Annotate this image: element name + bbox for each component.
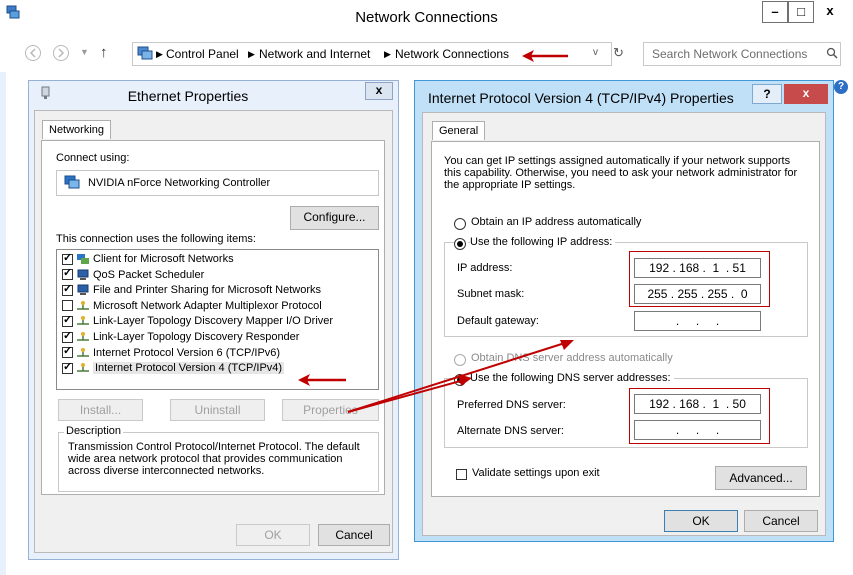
items-list-content: Client for Microsoft Networks QoS Packet … xyxy=(62,251,376,377)
ip-address-label: IP address: xyxy=(457,262,513,274)
item-checkbox[interactable] xyxy=(62,282,73,297)
item-label: Link-Layer Topology Discovery Mapper I/O… xyxy=(93,315,334,328)
ipv4-intro-text: You can get IP settings assigned automat… xyxy=(444,155,798,191)
validate-label: Validate settings upon exit xyxy=(472,467,600,479)
network-adapter-icon xyxy=(64,175,80,192)
ethernet-dialog-title: Ethernet Properties xyxy=(127,88,249,104)
list-item[interactable]: Link-Layer Topology Discovery Mapper I/O… xyxy=(62,313,376,330)
ipv4-close-button[interactable]: x xyxy=(784,84,828,104)
protocol-icon xyxy=(76,331,90,343)
item-label: QoS Packet Scheduler xyxy=(93,268,205,281)
preferred-dns-input[interactable]: 192 . 168 . 1 . 50 xyxy=(634,394,761,414)
default-gateway-input[interactable]: . . . xyxy=(634,311,761,331)
radio-icon[interactable] xyxy=(454,237,466,250)
minimize-button[interactable]: – xyxy=(762,1,788,23)
alternate-dns-input[interactable]: . . . xyxy=(634,420,761,440)
use-following-ip-radio[interactable] xyxy=(454,236,468,250)
item-checkbox[interactable] xyxy=(62,329,73,344)
annotation-arrow xyxy=(522,50,568,62)
breadcrumb-separator-icon: ▶ xyxy=(384,49,391,59)
ethernet-cancel-button[interactable]: Cancel xyxy=(318,524,390,546)
list-item[interactable]: Internet Protocol Version 6 (TCP/IPv6) xyxy=(62,344,376,362)
item-label: Microsoft Network Adapter Multiplexor Pr… xyxy=(93,299,322,312)
ip-address-input[interactable]: 192 . 168 . 1 . 51 xyxy=(634,258,761,278)
annotation-connector-arrow xyxy=(347,340,574,413)
tab-general[interactable]: General xyxy=(432,121,486,140)
breadcrumb-network-internet[interactable]: Network and Internet xyxy=(259,47,370,61)
computer-icon xyxy=(76,284,90,296)
item-checkbox[interactable] xyxy=(62,360,73,375)
recent-dropdown-icon[interactable]: ▼ xyxy=(80,47,89,57)
subnet-mask-label: Subnet mask: xyxy=(457,288,525,300)
forward-icon xyxy=(53,45,69,61)
item-checkbox[interactable] xyxy=(62,300,73,312)
protocol-icon xyxy=(76,362,90,374)
checkbox-icon[interactable] xyxy=(456,469,467,481)
description-label: Description xyxy=(64,425,124,437)
tab-networking[interactable]: Networking xyxy=(42,120,112,139)
uninstall-button[interactable]: Uninstall xyxy=(170,399,265,421)
radio-icon[interactable] xyxy=(454,217,466,230)
description-text: Transmission Control Protocol/Internet P… xyxy=(68,441,360,477)
item-label: File and Printer Sharing for Microsoft N… xyxy=(93,284,322,297)
item-label: Link-Layer Topology Discovery Responder xyxy=(93,330,300,343)
breadcrumb-separator-icon: ▶ xyxy=(156,49,163,59)
advanced-button[interactable]: Advanced... xyxy=(715,466,807,490)
ipv4-ok-button[interactable]: OK xyxy=(664,510,738,532)
items-label: This connection uses the following items… xyxy=(56,233,256,245)
obtain-ip-auto-radio[interactable] xyxy=(454,216,466,230)
breadcrumb-separator-icon: ▶ xyxy=(248,49,255,59)
adapter-name: NVIDIA nForce Networking Controller xyxy=(88,177,271,189)
computer-icon xyxy=(76,269,90,281)
protocol-icon xyxy=(76,300,90,312)
back-button[interactable] xyxy=(24,44,42,65)
ipv4-help-button[interactable]: ? xyxy=(752,84,782,104)
list-item[interactable]: File and Printer Sharing for Microsoft N… xyxy=(62,282,376,299)
obtain-ip-auto-label: Obtain an IP address automatically xyxy=(471,216,642,228)
forward-button[interactable] xyxy=(52,44,70,65)
item-label: Internet Protocol Version 4 (TCP/IPv4) xyxy=(93,362,285,375)
protocol-icon xyxy=(76,315,90,327)
protocol-icon xyxy=(76,347,90,359)
ipv4-dialog-title: Internet Protocol Version 4 (TCP/IPv4) P… xyxy=(428,90,734,106)
ethernet-close-button[interactable]: x xyxy=(365,82,393,100)
item-checkbox[interactable] xyxy=(62,344,73,359)
item-checkbox[interactable] xyxy=(62,313,73,328)
close-button[interactable]: x xyxy=(814,1,846,23)
left-edge-strip xyxy=(0,72,6,575)
list-item[interactable]: Microsoft Network Adapter Multiplexor Pr… xyxy=(62,299,376,315)
back-icon xyxy=(25,45,41,61)
network-client-icon xyxy=(76,253,90,265)
breadcrumb-control-panel[interactable]: Control Panel xyxy=(166,47,239,61)
item-checkbox[interactable] xyxy=(62,266,73,281)
window-title: Network Connections xyxy=(355,9,498,26)
maximize-button[interactable]: □ xyxy=(788,1,814,23)
connect-using-label: Connect using: xyxy=(56,152,130,164)
subnet-mask-input[interactable]: 255 . 255 . 255 . 0 xyxy=(634,284,761,304)
list-item[interactable]: Client for Microsoft Networks xyxy=(62,251,376,268)
use-following-ip-label: Use the following IP address: xyxy=(470,236,616,248)
install-button[interactable]: Install... xyxy=(58,399,143,421)
item-label: Internet Protocol Version 6 (TCP/IPv6) xyxy=(93,346,281,359)
list-item[interactable]: Link-Layer Topology Discovery Responder xyxy=(62,329,376,346)
up-button[interactable]: ↑ xyxy=(100,44,108,61)
item-checkbox[interactable] xyxy=(62,251,73,266)
search-icon[interactable] xyxy=(826,47,838,62)
help-icon[interactable]: ? xyxy=(834,80,848,94)
search-input[interactable]: Search Network Connections xyxy=(643,42,841,66)
breadcrumb-network-connections[interactable]: Network Connections xyxy=(395,47,509,61)
item-label: Client for Microsoft Networks xyxy=(93,253,234,265)
refresh-icon[interactable]: ↻ xyxy=(613,45,624,61)
list-item[interactable]: QoS Packet Scheduler xyxy=(62,266,376,284)
validate-checkbox[interactable] xyxy=(456,467,467,481)
ipv4-cancel-button[interactable]: Cancel xyxy=(744,510,818,532)
configure-button[interactable]: Configure... xyxy=(290,206,379,230)
alternate-dns-label: Alternate DNS server: xyxy=(457,425,564,437)
ethernet-ok-button[interactable]: OK xyxy=(236,524,310,546)
control-panel-icon xyxy=(137,45,153,64)
address-dropdown-icon[interactable]: v xyxy=(593,47,598,58)
